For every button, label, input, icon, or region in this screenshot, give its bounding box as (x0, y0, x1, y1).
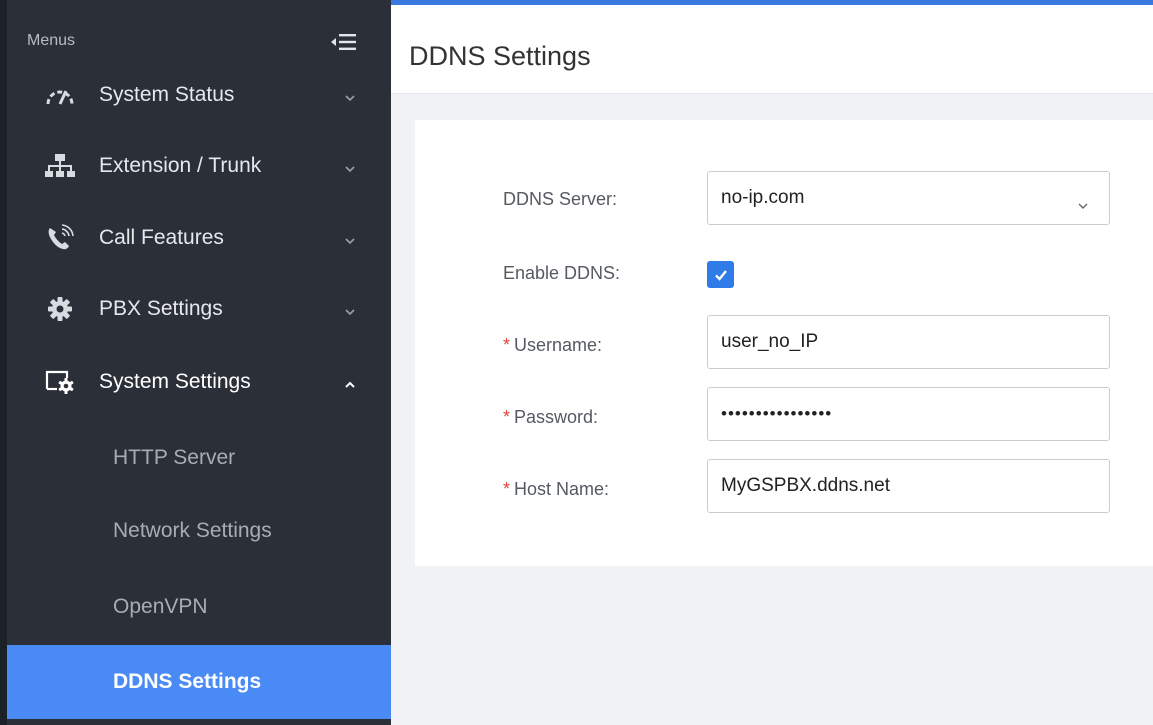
sidebar-item-system-settings[interactable]: System Settings (7, 352, 391, 412)
password-label: * Password: (503, 407, 599, 427)
username-label: * Username: (503, 335, 603, 355)
gear-icon (43, 294, 77, 324)
chevron-down-icon (343, 233, 357, 245)
host-name-input[interactable]: MyGSPBX.ddns.net (707, 459, 1110, 513)
ddns-settings-panel: DDNS Server: no-ip.com Enable DDNS: * Use… (415, 120, 1153, 566)
sidebar-item-call-features[interactable]: Call Features (7, 208, 391, 268)
chevron-up-icon (343, 377, 357, 388)
password-value: •••••••••••••••• (721, 404, 833, 423)
username-input[interactable]: user_no_IP (707, 315, 1110, 369)
ddns-server-select[interactable]: no-ip.com (707, 171, 1110, 225)
sidebar-subitem-label: HTTP Server (113, 446, 236, 469)
host-name-label: * Host Name: (503, 479, 610, 499)
enable-ddns-checkbox[interactable] (707, 261, 734, 288)
chevron-down-icon (343, 161, 357, 173)
ddns-server-value: no-ip.com (721, 187, 805, 208)
sidebar-subitem-ddns-settings[interactable]: DDNS Settings (7, 645, 391, 719)
sidebar-subitem-http-server[interactable]: HTTP Server (7, 421, 391, 495)
sidebar-subitem-openvpn[interactable]: OpenVPN (7, 570, 391, 644)
phone-icon (43, 223, 77, 253)
sidebar-subitem-label: Network Settings (113, 519, 272, 542)
monitor-gear-icon (43, 367, 77, 397)
required-asterisk: * (503, 335, 511, 355)
required-asterisk: * (503, 407, 511, 427)
chevron-down-icon (343, 90, 357, 102)
collapse-menu-icon[interactable] (331, 33, 357, 51)
ddns-server-label: DDNS Server: (503, 189, 618, 209)
required-asterisk: * (503, 479, 511, 499)
speedometer-icon (43, 80, 77, 110)
enable-ddns-label: Enable DDNS: (503, 263, 621, 283)
checkmark-icon (714, 269, 727, 281)
page-title: DDNS Settings (409, 41, 591, 71)
network-icon (43, 151, 77, 181)
sidebar-subitem-label: OpenVPN (113, 595, 208, 618)
chevron-down-icon (343, 304, 357, 316)
sidebar-subitem-network-settings[interactable]: Network Settings (7, 494, 391, 568)
sidebar-item-label: Extension / Trunk (99, 154, 262, 177)
username-value: user_no_IP (721, 331, 819, 352)
password-input[interactable]: •••••••••••••••• (707, 387, 1110, 441)
sidebar-item-label: Call Features (99, 226, 224, 249)
menus-label: Menus (27, 32, 76, 49)
page-header: DDNS Settings (391, 0, 1153, 94)
chevron-down-icon (1077, 194, 1089, 209)
sidebar-subitem-label: DDNS Settings (113, 670, 262, 693)
sidebar-item-pbx-settings[interactable]: PBX Settings (7, 279, 391, 339)
sidebar: Menus System Status Extension / Trunk Ca… (0, 0, 391, 725)
sidebar-item-label: System Settings (99, 370, 251, 393)
sidebar-item-label: PBX Settings (99, 297, 223, 320)
host-name-value: MyGSPBX.ddns.net (721, 475, 890, 496)
sidebar-item-system-status[interactable]: System Status (7, 65, 391, 125)
sidebar-item-label: System Status (99, 83, 235, 106)
sidebar-item-extension-trunk[interactable]: Extension / Trunk (7, 136, 391, 196)
